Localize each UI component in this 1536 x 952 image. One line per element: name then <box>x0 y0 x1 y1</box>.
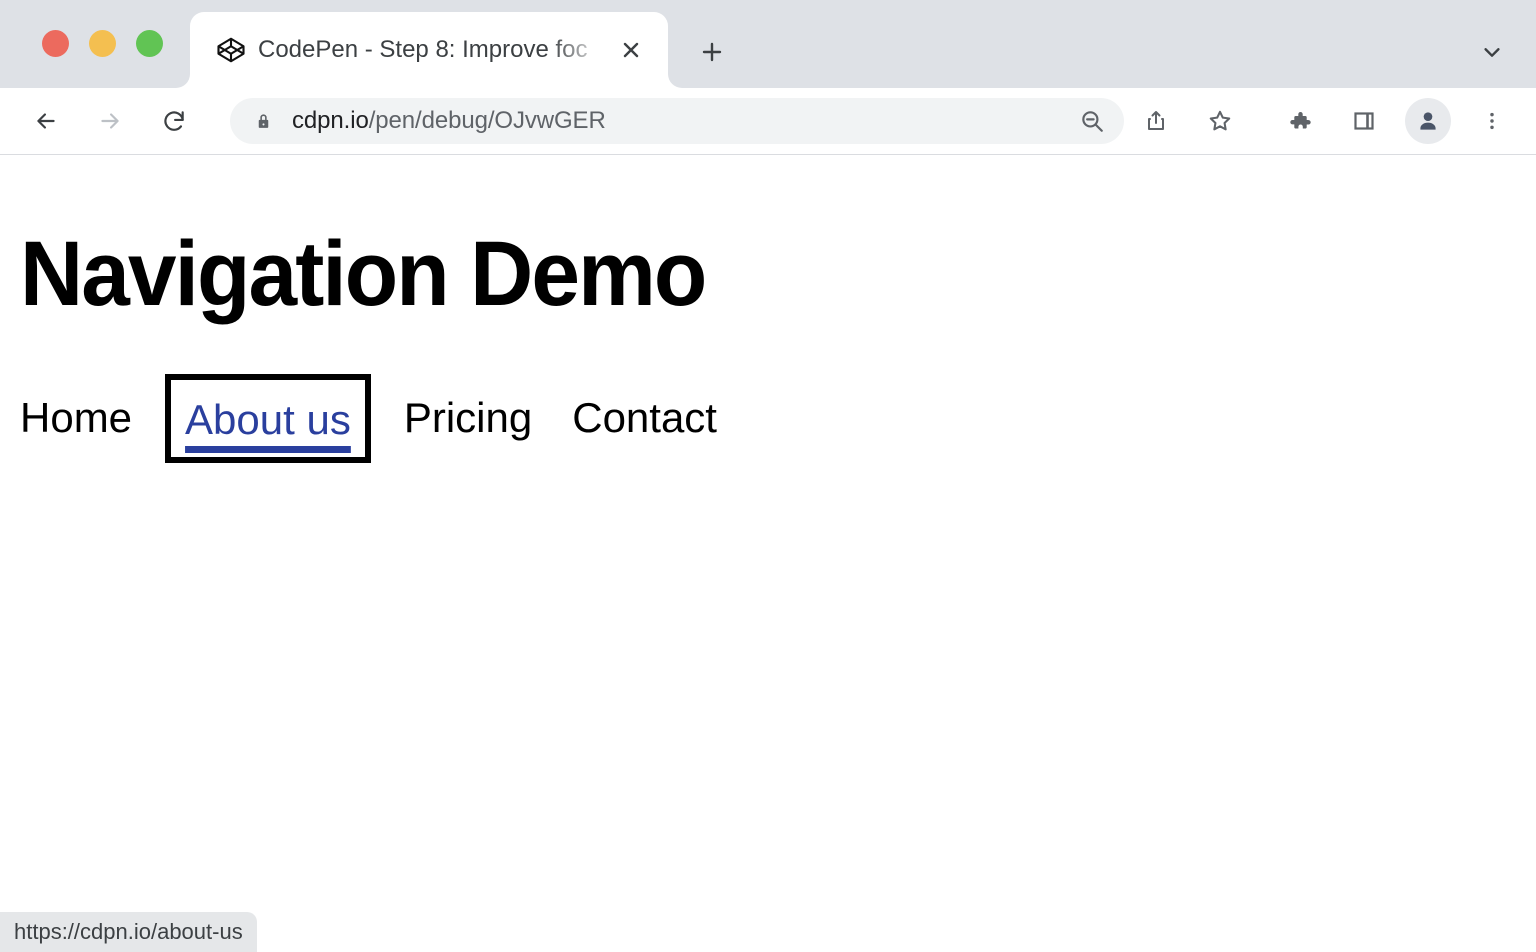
browser-window: CodePen - Step 8: Improve foc <box>0 0 1536 952</box>
window-traffic-lights <box>42 30 163 57</box>
browser-toolbar: cdpn.io/pen/debug/OJvwGER <box>0 88 1536 155</box>
site-navigation: Home About us Pricing Contact <box>0 374 737 463</box>
zoom-out-icon[interactable] <box>1070 99 1114 143</box>
nav-link-home[interactable]: Home <box>0 392 152 445</box>
profile-avatar-icon[interactable] <box>1405 98 1451 144</box>
tab-close-icon[interactable] <box>614 33 648 67</box>
share-icon[interactable] <box>1134 99 1178 143</box>
forward-arrow-icon <box>88 99 132 143</box>
url-domain: cdpn.io <box>292 107 369 134</box>
extensions-puzzle-icon[interactable] <box>1278 99 1322 143</box>
address-bar[interactable]: cdpn.io/pen/debug/OJvwGER <box>230 98 1124 144</box>
three-dot-menu-icon[interactable] <box>1470 99 1514 143</box>
window-maximize-button[interactable] <box>136 30 163 57</box>
lock-icon <box>254 111 274 131</box>
tab-curve-right <box>668 74 682 88</box>
url-path: /pen/debug/OJvwGER <box>369 107 606 134</box>
window-minimize-button[interactable] <box>89 30 116 57</box>
address-bar-url: cdpn.io/pen/debug/OJvwGER <box>292 107 606 135</box>
reload-icon[interactable] <box>152 99 196 143</box>
page-title: Navigation Demo <box>20 228 705 320</box>
browser-tab-active[interactable]: CodePen - Step 8: Improve foc <box>190 12 668 88</box>
tab-title: CodePen - Step 8: Improve foc <box>258 33 606 67</box>
codepen-favicon <box>216 35 246 65</box>
new-tab-button[interactable] <box>690 30 734 74</box>
page-viewport: Navigation Demo Home About us Pricing Co… <box>0 156 1536 952</box>
status-bar-url: https://cdpn.io/about-us <box>0 912 257 952</box>
nav-link-about-us[interactable]: About us <box>165 374 371 463</box>
window-close-button[interactable] <box>42 30 69 57</box>
nav-link-contact[interactable]: Contact <box>552 392 737 445</box>
nav-link-pricing[interactable]: Pricing <box>384 392 552 445</box>
back-arrow-icon[interactable] <box>24 99 68 143</box>
tab-curve-left <box>176 74 190 88</box>
tab-search-chevron-down-icon[interactable] <box>1472 32 1512 72</box>
bookmark-star-icon[interactable] <box>1198 99 1242 143</box>
tab-strip: CodePen - Step 8: Improve foc <box>0 0 1536 88</box>
side-panel-icon[interactable] <box>1342 99 1386 143</box>
